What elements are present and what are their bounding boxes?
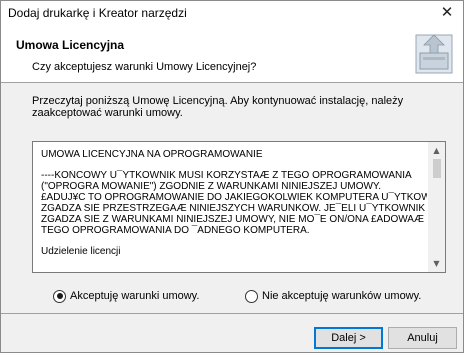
close-icon[interactable]: ✕ xyxy=(431,1,463,25)
scrollbar-thumb[interactable] xyxy=(433,159,441,178)
license-line: ----KOŃCOWY U¯YTKOWNIK MUSI KORZYSTAÆ Z … xyxy=(41,170,412,181)
license-line: ("OPROGRA MOWANIE") ZGODNIE Z WARUNKAMI … xyxy=(41,181,382,192)
license-heading: UMOWA LICENCYJNA NA OPROGRAMOWANIE xyxy=(41,149,263,160)
footer-divider xyxy=(1,313,463,314)
scroll-up-icon[interactable]: ▲ xyxy=(428,142,445,159)
license-line: ZGADZA SIÊ PRZESTRZEGAÆ NINIEJSZYCH WARU… xyxy=(41,203,427,214)
title-bar: Dodaj drukarkę i Kreator narzędzi ✕ xyxy=(1,1,463,25)
wizard-header: Umowa Licencyjna Czy akceptujesz warunki… xyxy=(1,25,463,83)
accept-label[interactable]: Akceptuję warunki umowy. xyxy=(70,290,199,302)
license-line: ZGADZA SIÊ Z WARUNKAMI NINIEJSZEJ UMOWY,… xyxy=(41,214,424,225)
decline-label[interactable]: Nie akceptuję warunków umowy. xyxy=(262,290,421,302)
decline-radio[interactable] xyxy=(245,289,258,303)
next-button[interactable]: Dalej > xyxy=(314,327,383,349)
accept-radio[interactable] xyxy=(53,289,66,303)
license-line: TEGO OPROGRAMOWANIA DO ¯ADNEGO KOMPUTERA… xyxy=(41,225,310,236)
window-title: Dodaj drukarkę i Kreator narzędzi xyxy=(8,6,187,20)
page-title: Umowa Licencyjna xyxy=(16,38,125,52)
decline-option[interactable]: Nie akceptuję warunków umowy. xyxy=(245,289,421,303)
instructions-text: Przeczytaj poniższą Umowę Licencyjną. Ab… xyxy=(32,95,404,119)
wizard-window: Dodaj drukarkę i Kreator narzędzi ✕ Umow… xyxy=(0,0,464,353)
license-line: £ADUJ¥C TO OPROGRAMOWANIE DO JAKIEGOKOLW… xyxy=(41,192,427,203)
wizard-install-icon xyxy=(415,34,453,74)
page-subtitle: Czy akceptujesz warunki Umowy Licencyjne… xyxy=(32,61,257,73)
scroll-down-icon[interactable]: ▼ xyxy=(428,255,445,272)
license-text-box[interactable]: UMOWA LICENCYJNA NA OPROGRAMOWANIE ----K… xyxy=(32,141,446,273)
license-scrollbar[interactable]: ▲ ▼ xyxy=(428,142,445,272)
accept-option[interactable]: Akceptuję warunki umowy. xyxy=(53,289,199,303)
license-text: UMOWA LICENCYJNA NA OPROGRAMOWANIE ----K… xyxy=(41,149,427,257)
cancel-button[interactable]: Anuluj xyxy=(388,327,457,349)
license-section-heading: Udzielenie licencji xyxy=(41,246,121,257)
